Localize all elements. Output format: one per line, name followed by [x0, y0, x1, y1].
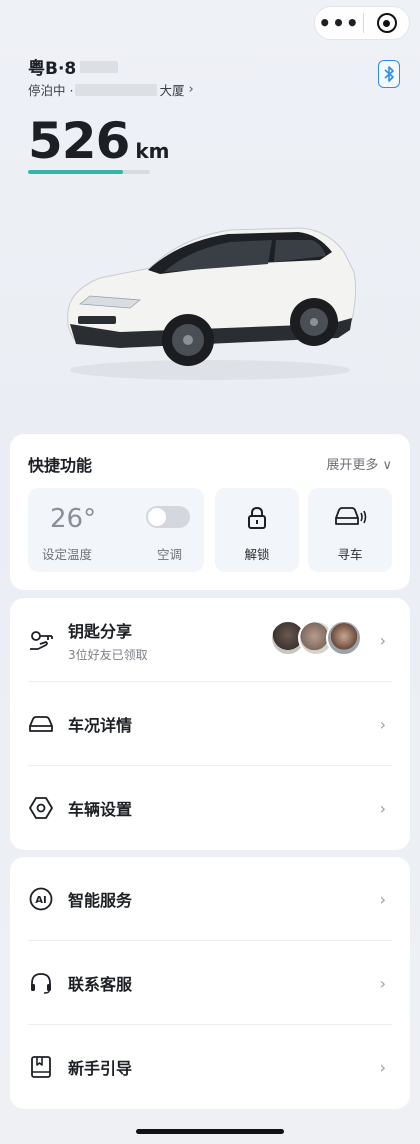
- quick-functions-title: 快捷功能: [28, 456, 93, 475]
- key-share-subtitle: 3位好友已领取: [68, 648, 148, 662]
- more-menu-button[interactable]: •••: [315, 8, 363, 38]
- chevron-right-icon: ›: [379, 630, 386, 650]
- license-plate: 粤B·8: [28, 54, 119, 79]
- range-progress-bar: [28, 170, 150, 174]
- avatar: [326, 620, 362, 656]
- settings-icon: [28, 795, 54, 821]
- chevron-right-icon: ›: [379, 798, 386, 818]
- key-share-label: 钥匙分享: [68, 622, 133, 641]
- miniprogram-capsule: •••: [314, 6, 410, 40]
- vehicle-settings-row[interactable]: 车辆设置 ›: [10, 766, 410, 850]
- redacted-mask: [75, 83, 158, 96]
- expand-more-button[interactable]: 展开更多 ∨: [326, 454, 392, 473]
- unlock-button[interactable]: 解锁: [215, 488, 299, 572]
- find-car-label: 寻车: [337, 547, 363, 562]
- ai-icon: AI: [28, 886, 54, 912]
- temperature-value[interactable]: 26°: [50, 504, 96, 534]
- svg-text:AI: AI: [35, 895, 46, 906]
- key-share-icon: [28, 627, 54, 653]
- bluetooth-button[interactable]: [378, 60, 400, 88]
- beginner-guide-row[interactable]: 新手引导 ›: [10, 1025, 410, 1109]
- redacted-mask: [80, 60, 119, 73]
- ac-label: 空调: [156, 547, 182, 562]
- car-image: [67, 227, 357, 380]
- beginner-guide-label: 新手引导: [68, 1059, 133, 1078]
- climate-tile: 26° 设定温度 空调: [28, 488, 204, 572]
- friend-avatars: [270, 620, 362, 656]
- range-display: 526 km: [28, 112, 170, 170]
- key-share-row[interactable]: 钥匙分享 3位好友已领取 ›: [10, 598, 410, 682]
- book-icon: [28, 1054, 54, 1080]
- unlock-label: 解锁: [244, 547, 270, 562]
- chevron-right-icon: ›: [379, 889, 386, 909]
- find-car-icon: [335, 507, 367, 525]
- range-progress-fill: [28, 170, 124, 174]
- ac-toggle[interactable]: [146, 506, 190, 528]
- chevron-right-icon: ›: [379, 973, 386, 993]
- vehicle-status-row[interactable]: 车况详情 ›: [10, 682, 410, 766]
- customer-service-label: 联系客服: [68, 975, 133, 994]
- chevron-right-icon: ›: [188, 82, 194, 97]
- target-icon: [376, 13, 397, 33]
- service-menu-card: AI 智能服务 › 联系客服 › 新手引导 ›: [10, 857, 410, 1109]
- customer-service-row[interactable]: 联系客服 ›: [10, 941, 410, 1025]
- vehicle-status-label: 车况详情: [68, 716, 133, 735]
- lock-icon: [248, 506, 266, 529]
- chevron-right-icon: ›: [379, 714, 386, 734]
- home-indicator: [136, 1129, 284, 1134]
- temperature-label: 设定温度: [42, 547, 93, 562]
- plate-text: 粤B·8: [28, 59, 77, 79]
- smart-service-row[interactable]: AI 智能服务 ›: [10, 857, 410, 941]
- close-miniprogram-button[interactable]: [364, 13, 409, 33]
- toggle-knob: [148, 508, 166, 526]
- bluetooth-icon: [384, 66, 394, 82]
- vehicle-menu-card: 钥匙分享 3位好友已领取 › 车况详情 › 车辆设置 ›: [10, 598, 410, 850]
- parking-status: 停泊中 ·: [28, 83, 74, 98]
- quick-functions-card: 快捷功能 展开更多 ∨ 26° 设定温度 空调 解锁 寻车: [10, 434, 410, 590]
- parking-place: 大厦: [159, 83, 185, 98]
- find-car-button[interactable]: 寻车: [308, 488, 392, 572]
- chevron-right-icon: ›: [379, 1057, 386, 1077]
- parking-location-link[interactable]: 停泊中 · 大厦 ›: [28, 80, 194, 99]
- smart-service-label: 智能服务: [68, 891, 133, 910]
- vehicle-settings-label: 车辆设置: [68, 800, 133, 819]
- car-icon: [28, 711, 54, 737]
- range-value: 526: [28, 112, 130, 170]
- headset-icon: [28, 970, 54, 996]
- range-unit: km: [135, 139, 170, 163]
